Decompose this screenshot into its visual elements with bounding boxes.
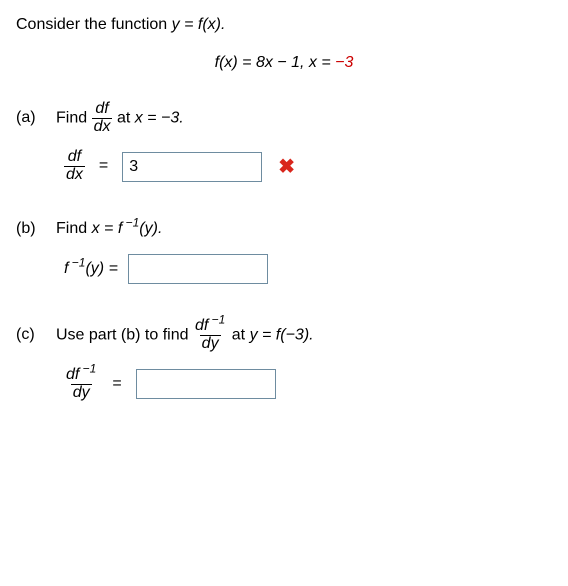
inv-sup: −1 <box>68 256 85 270</box>
inv-sup-ans: −1 <box>79 362 96 376</box>
df-dx-fraction: df dx <box>92 101 113 136</box>
inverse-sup: −1 <box>122 216 139 230</box>
fn-def: f(x) = 8x − 1, <box>215 54 309 71</box>
ans-frac-num: df <box>66 149 83 166</box>
of-y: (y) = <box>85 260 117 277</box>
given-function: f(x) = 8x − 1, x = −3 <box>16 52 552 74</box>
prompt-text: Consider the function <box>16 16 172 33</box>
answer-fraction-a: df dx <box>64 149 85 184</box>
part-b-text: Find x = f −1(y). <box>56 218 162 240</box>
inv-sup-c: −1 <box>208 313 225 327</box>
part-c-use: Use part (b) to find <box>56 327 193 344</box>
part-a-label: (a) <box>16 107 44 129</box>
frac-den: dx <box>92 118 113 136</box>
equals-sign-c: = <box>112 373 121 395</box>
part-c-label: (c) <box>16 324 44 346</box>
problem-prompt: Consider the function y = f(x). <box>16 14 552 36</box>
equals-sign: = <box>99 155 108 177</box>
part-b-input[interactable] <box>128 254 268 284</box>
ans-frac-den: dx <box>64 166 85 184</box>
part-b-find: Find <box>56 220 92 237</box>
part-b-label: (b) <box>16 218 44 240</box>
df-text: df <box>195 317 208 334</box>
df-text-ans: df <box>66 366 79 383</box>
part-b-answer-row: f −1(y) = <box>64 254 552 284</box>
part-b: (b) Find x = f −1(y). f −1(y) = <box>16 218 552 284</box>
part-a-text: Find df dx at x = −3. <box>56 101 184 136</box>
part-b-eq: x = f −1(y). <box>92 220 163 237</box>
incorrect-icon: ✖ <box>278 153 295 181</box>
part-c: (c) Use part (b) to find df −1 dy at y =… <box>16 318 552 401</box>
part-c-answer-row: df −1 dy = <box>64 367 552 402</box>
part-a-find: Find <box>56 109 92 126</box>
part-a-at-text: at <box>117 109 135 126</box>
x-value: −3 <box>335 54 353 71</box>
part-c-at: y = f(−3). <box>250 327 314 344</box>
part-a-input[interactable] <box>122 152 262 182</box>
part-c-at-text: at <box>232 327 250 344</box>
part-a-at: x = −3. <box>135 109 184 126</box>
part-a-answer-row: df dx = ✖ <box>64 149 552 184</box>
ans-frac-den-c: dy <box>71 384 92 402</box>
frac-num-c: df −1 <box>193 318 227 335</box>
frac-num: df <box>93 101 110 118</box>
prompt-function: y = f(x). <box>172 16 226 33</box>
answer-fraction-c: df −1 dy <box>64 367 98 402</box>
dfinv-dy-fraction: df −1 dy <box>193 318 227 353</box>
part-c-input[interactable] <box>136 369 276 399</box>
f-inverse-y: f −1(y) = <box>64 258 118 280</box>
ans-frac-num-c: df −1 <box>64 367 98 384</box>
frac-den-c: dy <box>200 335 221 353</box>
part-c-text: Use part (b) to find df −1 dy at y = f(−… <box>56 318 314 353</box>
part-a: (a) Find df dx at x = −3. df dx = ✖ <box>16 101 552 184</box>
x-equals: x = <box>309 54 335 71</box>
